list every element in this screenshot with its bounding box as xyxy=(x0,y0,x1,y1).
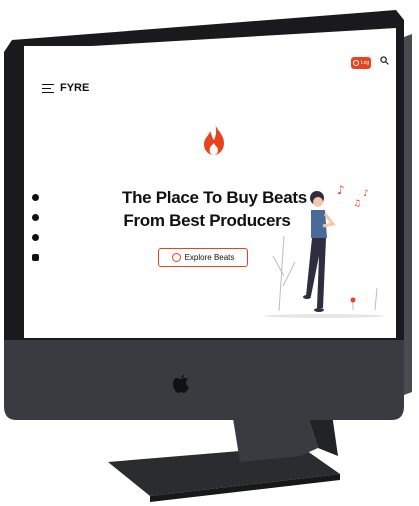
messenger-icon[interactable] xyxy=(32,214,39,221)
explore-beats-label: Explore Beats xyxy=(184,253,235,262)
social-links xyxy=(32,194,39,261)
login-button[interactable]: Log xyxy=(351,57,371,69)
svg-text:♫: ♫ xyxy=(353,199,361,209)
facebook-icon[interactable] xyxy=(32,234,39,241)
website-screen: FYRE Log The Place To Buy Beats From Bes… xyxy=(24,46,396,338)
hamburger-icon[interactable] xyxy=(42,83,54,93)
woman-listening-music-illustration: ♪ ♫ ♪ xyxy=(264,183,384,318)
brand-name: FYRE xyxy=(60,82,90,94)
user-icon xyxy=(352,60,359,66)
twitter-icon[interactable] xyxy=(32,194,39,201)
search-icon[interactable] xyxy=(380,56,389,65)
svg-text:♪: ♪ xyxy=(363,189,369,199)
login-label: Log xyxy=(360,60,370,66)
instagram-icon[interactable] xyxy=(32,254,39,261)
explore-beats-button[interactable]: Explore Beats xyxy=(158,248,248,267)
brand-logo[interactable]: FYRE xyxy=(42,82,89,94)
flame-icon xyxy=(204,123,224,155)
play-circle-icon xyxy=(171,253,181,262)
imac-device: FYRE Log The Place To Buy Beats From Bes… xyxy=(0,0,419,506)
svg-text:♪: ♪ xyxy=(337,183,345,197)
apple-logo-icon xyxy=(173,375,189,393)
